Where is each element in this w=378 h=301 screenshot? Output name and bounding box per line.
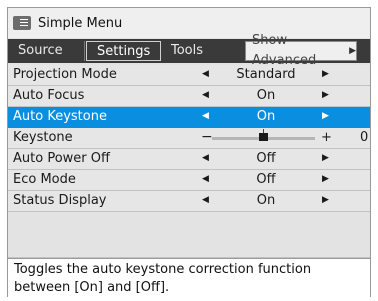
setting-value: Off [256, 151, 276, 166]
setting-value: On [256, 193, 276, 208]
keystone-value: 0 [360, 130, 369, 145]
setting-row-auto-keystone[interactable]: Auto Keystone ◀ On ▶ [8, 107, 370, 128]
arrow-left-icon[interactable]: ◀ [202, 90, 209, 100]
setting-label: Auto Focus [13, 88, 85, 103]
menu-list-icon [13, 16, 31, 30]
arrow-left-icon[interactable]: ◀ [202, 69, 209, 79]
arrow-left-icon[interactable]: ◀ [202, 174, 209, 184]
setting-row-eco-mode[interactable]: Eco Mode ◀ Off ▶ [8, 170, 370, 191]
setting-row-auto-power-off[interactable]: Auto Power Off ◀ Off ▶ [8, 149, 370, 170]
show-advanced-button[interactable]: Show Advanced ▶ [245, 33, 357, 68]
tab-bar: Source Settings Tools Show Advanced ▶ [8, 33, 370, 68]
arrow-left-icon[interactable]: ◀ [202, 111, 209, 121]
arrow-left-icon[interactable]: ◀ [202, 195, 209, 205]
window-title: Simple Menu [38, 15, 123, 31]
setting-label: Auto Power Off [13, 151, 110, 166]
setting-value: Off [256, 172, 276, 187]
tab-source[interactable]: Source [8, 41, 85, 61]
help-text: Toggles the auto keystone correction fun… [8, 258, 370, 298]
arrow-right-icon[interactable]: ▶ [322, 111, 329, 121]
increase-button[interactable]: + [321, 130, 332, 145]
setting-label: Status Display [13, 193, 107, 208]
empty-row [8, 240, 370, 258]
arrow-right-icon[interactable]: ▶ [322, 174, 329, 184]
setting-row-auto-focus[interactable]: Auto Focus ◀ On ▶ [8, 86, 370, 107]
simple-menu-panel: Simple Menu Source Settings Tools Show A… [7, 7, 371, 298]
setting-row-status-display[interactable]: Status Display ◀ On ▶ [8, 191, 370, 212]
setting-label: Projection Mode [13, 67, 117, 82]
setting-value: On [256, 109, 276, 124]
keystone-slider-handle[interactable] [259, 133, 268, 141]
triangle-right-icon: ▶ [349, 46, 356, 56]
tab-tools[interactable]: Tools [161, 41, 245, 61]
setting-row-projection-mode[interactable]: Projection Mode ◀ Standard ▶ [8, 65, 370, 86]
arrow-right-icon[interactable]: ▶ [322, 90, 329, 100]
tab-settings[interactable]: Settings [86, 41, 161, 61]
setting-value: Standard [236, 67, 296, 82]
arrow-left-icon[interactable]: ◀ [202, 153, 209, 163]
decrease-button[interactable]: − [201, 129, 213, 145]
setting-label: Eco Mode [13, 172, 76, 187]
setting-label: Keystone [13, 130, 73, 145]
setting-label: Auto Keystone [13, 109, 107, 124]
arrow-right-icon[interactable]: ▶ [322, 153, 329, 163]
settings-list: Projection Mode ◀ Standard ▶ Auto Focus … [8, 65, 370, 212]
arrow-right-icon[interactable]: ▶ [322, 69, 329, 79]
arrow-right-icon[interactable]: ▶ [322, 195, 329, 205]
setting-value: On [256, 88, 276, 103]
setting-row-keystone[interactable]: Keystone − + 0 [8, 128, 370, 149]
